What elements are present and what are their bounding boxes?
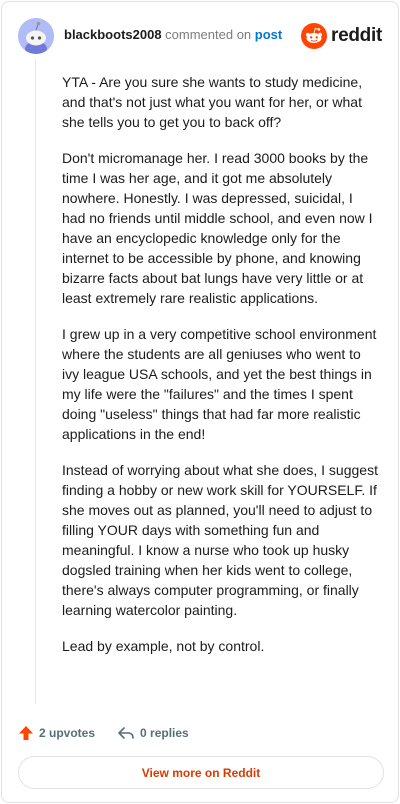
- reply-arrow-icon: [118, 727, 134, 739]
- comment-paragraph: I grew up in a very competitive school e…: [62, 326, 377, 442]
- reddit-logo[interactable]: reddit: [301, 22, 382, 50]
- replies-label: 0 replies: [140, 726, 189, 740]
- comment-body: YTA - Are you sure she wants to study me…: [62, 72, 380, 672]
- upvote-count[interactable]: 2 upvotes: [18, 725, 95, 741]
- reddit-wordmark: reddit: [331, 25, 382, 46]
- comment-paragraph: Don't micromanage her. I read 3000 books…: [62, 150, 373, 306]
- comment-paragraph: YTA - Are you sure she wants to study me…: [62, 74, 363, 130]
- user-avatar[interactable]: [18, 18, 54, 54]
- comment-paragraph: Instead of worrying about what she does,…: [62, 462, 378, 618]
- reply-count[interactable]: 0 replies: [117, 725, 189, 741]
- username-link[interactable]: blackboots2008: [64, 27, 162, 42]
- comment-footer: 2 upvotes 0 replies: [18, 722, 211, 744]
- comment-meta: blackboots2008 commented on post: [64, 27, 282, 42]
- upvote-arrow-icon: [19, 726, 33, 740]
- view-more-button[interactable]: View more on Reddit: [18, 756, 384, 789]
- comment-embed-card: blackboots2008 commented on post reddit …: [1, 1, 399, 803]
- thread-line: [35, 58, 36, 704]
- post-link[interactable]: post: [255, 27, 282, 42]
- comment-paragraph: Lead by example, not by control.: [62, 638, 265, 654]
- reddit-alien-icon: [301, 23, 328, 49]
- upvotes-label: 2 upvotes: [39, 726, 96, 740]
- comment-action-text: commented on: [165, 27, 252, 42]
- comment-header: blackboots2008 commented on post reddit: [18, 16, 384, 56]
